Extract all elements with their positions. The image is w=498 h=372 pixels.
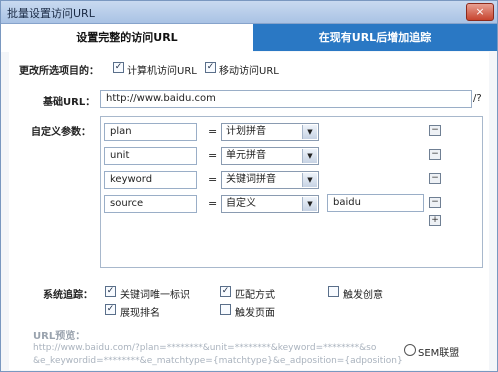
param-name-input[interactable]: source bbox=[104, 195, 197, 213]
match-type-label: 匹配方式 bbox=[235, 290, 275, 301]
plus-icon: + bbox=[431, 215, 439, 225]
trigger-page-checkbox[interactable] bbox=[220, 304, 231, 315]
dialog-window: 批量设置访问URL × 设置完整的访问URL 在现有URL后增加追踪 更改所选项… bbox=[0, 0, 498, 372]
remove-row-button[interactable]: − bbox=[429, 149, 441, 160]
preview-line-2: &e_keywordid=********&e_matchtype={match… bbox=[33, 356, 403, 366]
minus-icon: − bbox=[431, 173, 439, 183]
chevron-down-icon: ▼ bbox=[302, 173, 317, 187]
tab-bar: 设置完整的访问URL 在现有URL后增加追踪 bbox=[1, 24, 497, 52]
remove-row-button[interactable]: − bbox=[429, 125, 441, 136]
match-type-checkbox[interactable]: ✓ bbox=[220, 286, 231, 297]
select-value: 计划拼音 bbox=[226, 126, 266, 137]
pc-url-checkbox[interactable]: ✓ bbox=[113, 62, 124, 73]
tab-append-tracking[interactable]: 在现有URL后增加追踪 bbox=[253, 24, 497, 51]
mobile-url-checkbox[interactable]: ✓ bbox=[205, 62, 216, 73]
param-value-select[interactable]: 自定义 ▼ bbox=[221, 195, 319, 213]
window-title: 批量设置访问URL bbox=[7, 7, 95, 20]
preview-label: URL预览： bbox=[33, 331, 86, 342]
tab-content: 更改所选项目的： ✓ 计算机访问URL ✓ 移动访问URL 基础URL： htt… bbox=[9, 52, 489, 370]
equals-sign: = bbox=[208, 125, 218, 138]
display-rank-label: 展现排名 bbox=[120, 308, 160, 319]
trigger-page-label: 触发页面 bbox=[235, 308, 275, 319]
trigger-creative-label: 触发创意 bbox=[343, 290, 383, 301]
params-panel: plan = 计划拼音 ▼ − unit = 单元拼音 ▼ − keyword = … bbox=[100, 116, 483, 268]
params-label: 自定义参数： bbox=[31, 127, 91, 138]
display-rank-checkbox[interactable]: ✓ bbox=[105, 304, 116, 315]
equals-sign: = bbox=[208, 197, 218, 210]
wechat-logo-icon bbox=[404, 344, 416, 356]
param-name-input[interactable]: plan bbox=[104, 123, 197, 141]
minus-icon: − bbox=[431, 125, 439, 135]
base-url-suffix: /? bbox=[473, 93, 482, 104]
equals-sign: = bbox=[208, 149, 218, 162]
param-value-select[interactable]: 关键词拼音 ▼ bbox=[221, 171, 319, 189]
param-name-input[interactable]: unit bbox=[104, 147, 197, 165]
chevron-down-icon: ▼ bbox=[302, 125, 317, 139]
watermark: SEM联盟 bbox=[418, 348, 460, 359]
pc-url-label: 计算机访问URL bbox=[127, 66, 197, 77]
close-icon: × bbox=[475, 5, 485, 18]
tab-full-url[interactable]: 设置完整的访问URL bbox=[1, 24, 253, 52]
select-value: 关键词拼音 bbox=[226, 174, 276, 185]
chevron-down-icon: ▼ bbox=[302, 197, 317, 211]
chevron-down-icon: ▼ bbox=[302, 149, 317, 163]
select-value: 自定义 bbox=[226, 198, 256, 209]
param-custom-value-input[interactable]: baidu bbox=[327, 194, 424, 212]
param-value-select[interactable]: 计划拼音 ▼ bbox=[221, 123, 319, 141]
keyword-id-label: 关键词唯一标识 bbox=[120, 290, 190, 301]
keyword-id-checkbox[interactable]: ✓ bbox=[105, 286, 116, 297]
remove-row-button[interactable]: − bbox=[429, 173, 441, 184]
title-bar: 批量设置访问URL × bbox=[1, 1, 497, 24]
param-name-input[interactable]: keyword bbox=[104, 171, 197, 189]
trigger-creative-checkbox[interactable] bbox=[328, 286, 339, 297]
param-value-select[interactable]: 单元拼音 ▼ bbox=[221, 147, 319, 165]
mobile-url-label: 移动访问URL bbox=[219, 66, 279, 77]
close-button[interactable]: × bbox=[466, 3, 494, 21]
options-label: 更改所选项目的： bbox=[19, 66, 99, 77]
preview-line-1: http://www.baidu.com/?plan=********&unit… bbox=[33, 343, 377, 353]
tracking-label: 系统追踪： bbox=[43, 290, 93, 301]
base-url-input[interactable]: http://www.baidu.com bbox=[100, 90, 472, 108]
equals-sign: = bbox=[208, 173, 218, 186]
add-row-button[interactable]: + bbox=[429, 215, 441, 226]
minus-icon: − bbox=[431, 197, 439, 207]
minus-icon: − bbox=[431, 149, 439, 159]
base-url-label: 基础URL： bbox=[43, 97, 96, 108]
remove-row-button[interactable]: − bbox=[429, 197, 441, 208]
select-value: 单元拼音 bbox=[226, 150, 266, 161]
